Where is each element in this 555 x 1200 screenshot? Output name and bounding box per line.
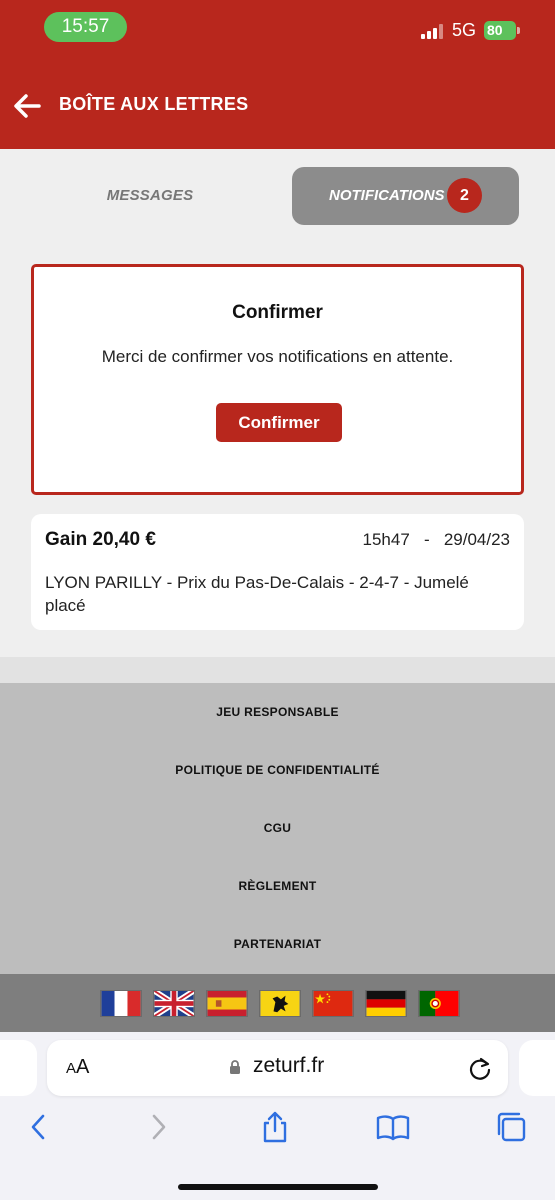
arrow-left-icon[interactable] bbox=[12, 92, 42, 120]
home-indicator bbox=[178, 1184, 378, 1190]
back-icon[interactable] bbox=[22, 1110, 56, 1144]
bookmarks-icon[interactable] bbox=[376, 1110, 410, 1144]
address-bar[interactable]: AA zeturf.fr bbox=[47, 1040, 508, 1096]
battery-level: 80 bbox=[487, 22, 503, 38]
german-flag-icon[interactable] bbox=[365, 990, 407, 1017]
page-title: BOÎTE AUX LETTRES bbox=[59, 94, 249, 114]
footer-link-partenariat[interactable]: PARTENARIAT bbox=[0, 937, 555, 951]
tab-notifications[interactable]: NOTIFICATIONS 2 bbox=[292, 167, 519, 225]
notification-separator: - bbox=[423, 530, 430, 549]
cellular-signal-icon bbox=[421, 24, 443, 39]
next-tab-preview[interactable] bbox=[519, 1040, 555, 1096]
tab-notifications-label: NOTIFICATIONS bbox=[329, 187, 445, 204]
previous-tab-preview[interactable] bbox=[0, 1040, 37, 1096]
french-flag-icon[interactable] bbox=[100, 990, 142, 1017]
share-icon[interactable] bbox=[258, 1110, 292, 1144]
status-time: 15:57 bbox=[44, 12, 127, 42]
reload-icon[interactable] bbox=[467, 1055, 493, 1081]
notification-datetime: 15h47 - 29/04/23 bbox=[363, 530, 510, 550]
network-type: 5G bbox=[452, 20, 477, 40]
language-bar bbox=[0, 974, 555, 1032]
tabs-icon[interactable] bbox=[494, 1110, 528, 1144]
confirm-message: Merci de confirmer vos notifications en … bbox=[101, 347, 454, 366]
footer-link-cgu[interactable]: CGU bbox=[0, 821, 555, 835]
tab-messages-label: MESSAGES bbox=[106, 187, 194, 204]
url-text: zeturf.fr bbox=[253, 1054, 325, 1077]
footer-link-confidentialite[interactable]: POLITIQUE DE CONFIDENTIALITÉ bbox=[0, 763, 555, 777]
forward-icon[interactable] bbox=[141, 1110, 175, 1144]
footer-divider bbox=[0, 657, 555, 683]
portuguese-flag-icon[interactable] bbox=[418, 990, 460, 1017]
chinese-flag-icon[interactable] bbox=[312, 990, 354, 1017]
footer-link-jeu-responsable[interactable]: JEU RESPONSABLE bbox=[0, 705, 555, 719]
notification-gain: Gain 20,40 € bbox=[45, 529, 156, 550]
lock-icon bbox=[230, 1060, 240, 1074]
tab-messages[interactable]: MESSAGES bbox=[60, 168, 240, 224]
uk-flag-icon[interactable] bbox=[153, 990, 195, 1017]
notification-count-badge: 2 bbox=[447, 178, 482, 213]
confirm-button[interactable]: Confirmer bbox=[216, 403, 342, 442]
notification-description: LYON PARILLY - Prix du Pas-De-Calais - 2… bbox=[45, 573, 469, 615]
battery-icon: 80 bbox=[484, 21, 516, 40]
footer: JEU RESPONSABLE POLITIQUE DE CONFIDENTIA… bbox=[0, 683, 555, 974]
notification-card[interactable]: Gain 20,40 € 15h47 - 29/04/23 LYON PARIL… bbox=[31, 514, 524, 630]
text-size-button[interactable]: AA bbox=[66, 1056, 89, 1079]
flemish-flag-icon[interactable] bbox=[259, 990, 301, 1017]
spanish-flag-icon[interactable] bbox=[206, 990, 248, 1017]
footer-link-reglement[interactable]: RÈGLEMENT bbox=[0, 879, 555, 893]
notification-date: 29/04/23 bbox=[443, 530, 510, 549]
notification-time: 15h47 bbox=[362, 530, 410, 549]
confirm-title: Confirmer bbox=[232, 302, 323, 323]
confirm-card: Confirmer Merci de confirmer vos notific… bbox=[31, 264, 524, 495]
battery-tip bbox=[517, 27, 520, 34]
